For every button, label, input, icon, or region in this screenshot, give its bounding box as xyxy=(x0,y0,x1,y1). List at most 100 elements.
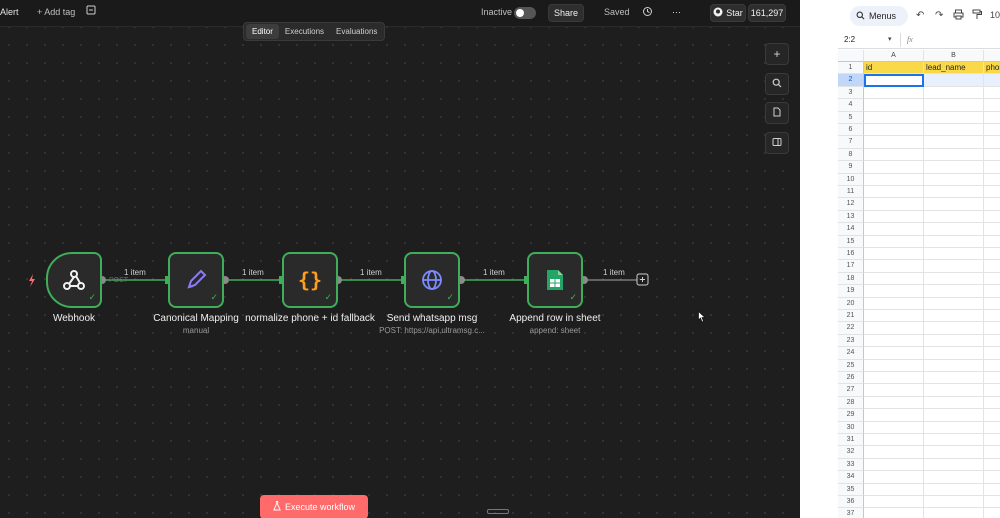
row-header[interactable]: 30 xyxy=(838,421,864,434)
row-header[interactable]: 11 xyxy=(838,186,864,199)
sheet-cell[interactable] xyxy=(984,260,1000,273)
sheet-cell[interactable] xyxy=(984,322,1000,335)
sheet-cell[interactable] xyxy=(864,310,924,323)
node-webhook[interactable]: ✓ xyxy=(46,252,102,308)
row-header[interactable]: 25 xyxy=(838,359,864,372)
sheet-cell[interactable] xyxy=(924,359,984,372)
name-box-dropdown-icon[interactable]: ▾ xyxy=(888,35,892,43)
row-header[interactable]: 24 xyxy=(838,347,864,360)
row-header[interactable]: 16 xyxy=(838,248,864,261)
row-header[interactable]: 8 xyxy=(838,148,864,162)
row-header[interactable]: 4 xyxy=(838,99,864,112)
sheet-cell[interactable] xyxy=(984,273,1000,286)
row-header[interactable]: 21 xyxy=(838,310,864,323)
undo-icon[interactable]: ↶ xyxy=(916,10,924,21)
sheet-cell[interactable] xyxy=(864,272,924,286)
sheet-cell[interactable] xyxy=(864,223,924,236)
row-header[interactable]: 23 xyxy=(838,334,864,348)
sheet-cell[interactable] xyxy=(924,421,984,434)
sheet-cell[interactable] xyxy=(984,360,1000,372)
sheet-cell[interactable] xyxy=(924,248,984,261)
sheet-cell[interactable] xyxy=(984,298,1000,310)
sheet-cell[interactable] xyxy=(984,397,1000,410)
sheet-cell[interactable] xyxy=(924,285,984,298)
sheet-cell[interactable] xyxy=(984,198,1000,211)
sheet-cell[interactable]: lead_name xyxy=(924,62,984,75)
sheet-cell[interactable] xyxy=(924,260,984,273)
name-box[interactable]: 2:2 xyxy=(844,35,855,44)
row-header[interactable]: 34 xyxy=(838,471,864,484)
sheet-cell[interactable] xyxy=(864,86,924,100)
column-header[interactable]: B xyxy=(924,50,984,62)
sheet-cell[interactable] xyxy=(924,409,984,422)
sheet-cell[interactable] xyxy=(864,434,924,447)
sheet-cell[interactable] xyxy=(864,161,924,174)
sheet-cell[interactable] xyxy=(984,496,1000,509)
sheet-cell[interactable] xyxy=(984,112,1000,124)
row-header[interactable]: 2 xyxy=(838,74,864,87)
sheet-cell[interactable] xyxy=(864,384,924,397)
column-header[interactable] xyxy=(984,50,1000,62)
sheet-cell[interactable] xyxy=(864,235,924,248)
row-header[interactable]: 28 xyxy=(838,396,864,410)
row-header[interactable]: 22 xyxy=(838,322,864,335)
sheet-cell[interactable] xyxy=(924,235,984,248)
sheet-cell[interactable] xyxy=(984,74,1000,87)
sheet-cell[interactable] xyxy=(924,136,984,149)
row-header[interactable]: 15 xyxy=(838,235,864,248)
sheet-cell[interactable] xyxy=(864,508,924,518)
sheet-cell[interactable] xyxy=(864,173,924,186)
sheet-cell[interactable] xyxy=(924,434,984,447)
sheet-cell[interactable] xyxy=(984,161,1000,174)
row-header[interactable]: 20 xyxy=(838,297,864,310)
row-header[interactable]: 12 xyxy=(838,198,864,211)
column-header[interactable]: A xyxy=(864,50,924,62)
sheet-cell[interactable] xyxy=(924,86,984,100)
sheet-cell[interactable] xyxy=(984,99,1000,112)
sheet-cell[interactable] xyxy=(924,272,984,286)
row-header[interactable]: 14 xyxy=(838,223,864,236)
sheet-cell[interactable] xyxy=(924,297,984,310)
bottom-panel-handle[interactable] xyxy=(487,509,509,514)
menus-search[interactable]: Menus xyxy=(850,6,908,26)
row-header[interactable]: 27 xyxy=(838,384,864,397)
row-header[interactable]: 1 xyxy=(838,62,864,75)
sheet-cell[interactable] xyxy=(924,124,984,137)
sheet-cell[interactable] xyxy=(864,260,924,273)
sheet-cell[interactable] xyxy=(864,421,924,434)
sheet-cell[interactable] xyxy=(984,211,1000,224)
sheet-cell[interactable] xyxy=(984,124,1000,137)
sheet-cell[interactable] xyxy=(984,347,1000,360)
print-icon[interactable] xyxy=(953,9,964,23)
sheet-cell[interactable] xyxy=(924,372,984,385)
sheet-grid[interactable]: AB1idlead_namephon2345678910111213141516… xyxy=(838,50,1000,518)
sheet-cell[interactable] xyxy=(864,99,924,112)
sheet-cell[interactable] xyxy=(864,334,924,348)
row-header[interactable]: 3 xyxy=(838,86,864,100)
sheet-cell[interactable] xyxy=(924,210,984,224)
sheet-cell[interactable] xyxy=(864,372,924,385)
sheet-cell[interactable] xyxy=(864,458,924,472)
row-header[interactable]: 31 xyxy=(838,434,864,447)
sheet-cell[interactable] xyxy=(984,87,1000,100)
sheet-cell[interactable] xyxy=(864,359,924,372)
sheet-cell[interactable] xyxy=(924,384,984,397)
row-header[interactable]: 18 xyxy=(838,272,864,286)
sheet-cell[interactable] xyxy=(924,496,984,509)
sheet-cell[interactable] xyxy=(864,446,924,459)
row-header[interactable]: 33 xyxy=(838,458,864,472)
sheet-cell[interactable] xyxy=(864,471,924,484)
sheet-cell[interactable] xyxy=(984,136,1000,149)
sheet-cell[interactable] xyxy=(924,458,984,472)
sheet-cell[interactable] xyxy=(984,446,1000,459)
sheet-cell[interactable] xyxy=(864,111,924,124)
sheet-cell[interactable] xyxy=(864,124,924,137)
sheet-cell[interactable] xyxy=(864,210,924,224)
sheet-cell[interactable] xyxy=(864,409,924,422)
sheet-cell[interactable] xyxy=(924,198,984,211)
row-header[interactable]: 19 xyxy=(838,285,864,298)
sheet-cell[interactable] xyxy=(924,508,984,518)
sheet-cell[interactable] xyxy=(864,136,924,149)
sheet-cell[interactable] xyxy=(864,248,924,261)
paint-format-icon[interactable] xyxy=(972,9,982,23)
